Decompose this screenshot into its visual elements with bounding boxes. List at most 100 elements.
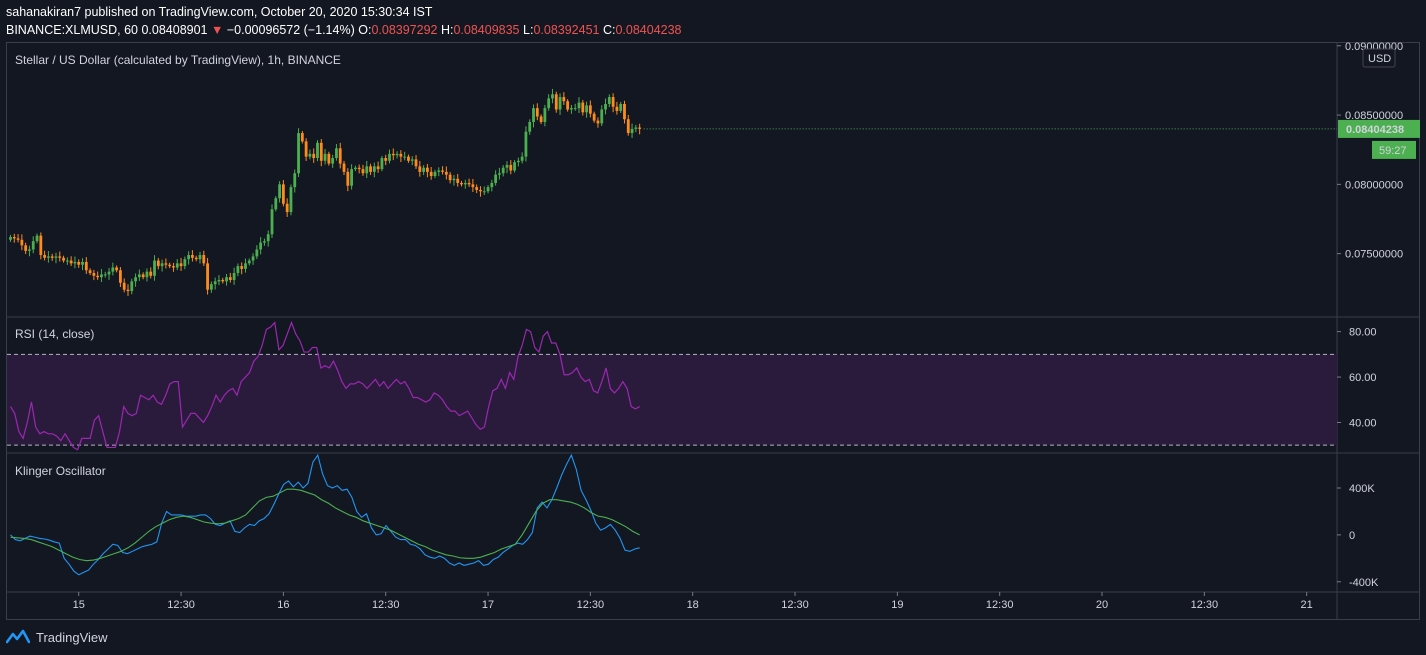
candle-body [202,255,206,264]
candle-body [164,263,168,265]
candle-body [346,171,350,186]
candle-body [183,259,187,267]
price-tick-label: 0.08000000 [1345,179,1403,191]
candle-body [47,256,50,258]
candle-body [221,279,225,282]
tradingview-logo-icon [6,629,30,644]
candle-body [353,167,357,170]
candle-body [240,266,244,269]
klinger-tick-label: 0 [1349,530,1355,542]
time-tick-label: 12:30 [1191,599,1219,611]
candle-body [342,163,346,172]
candle-body [308,153,312,157]
candle-body [456,178,460,183]
candle-body [543,108,547,122]
candle-body [297,133,300,174]
candle-body [84,261,88,271]
candle-body [573,108,577,110]
klinger-tick-label: -400K [1349,577,1379,589]
candle-body [460,182,463,185]
candle-body [96,275,100,278]
time-tick-label: 12:30 [986,599,1014,611]
candle-body [509,164,513,171]
candle-body [206,263,209,290]
candle-body [107,271,111,275]
candle-body [426,167,429,172]
time-tick-label: 19 [891,599,903,611]
time-tick-label: 18 [687,599,699,611]
candle-body [134,277,137,282]
candle-body [103,274,107,276]
price-badge-label: 0.08404238 [1346,124,1404,136]
candle-body [35,235,39,242]
rsi-band-fill [7,354,1337,446]
candle-body [323,153,327,161]
candle-body [516,160,520,163]
candle-body [122,282,126,290]
candle-body [187,255,191,260]
candle-body [448,174,452,181]
candle-body [270,209,274,235]
candle-body [604,103,607,110]
candle-body [274,198,278,210]
candle-body [175,263,179,268]
candle-body [395,153,399,156]
candle-body [520,156,524,161]
candle-body [486,187,490,192]
candle-body [137,274,141,278]
candle-body [278,184,281,199]
candle-body [626,119,630,134]
candle-body [213,281,217,285]
candle-body [62,257,65,261]
candle-body [505,164,509,168]
candle-body [479,189,482,192]
candle-body [312,153,316,159]
candle-body [236,266,240,274]
rsi-tick-label: 40.00 [1349,417,1377,429]
candle-body [331,158,335,164]
candle-body [384,158,388,161]
klinger-pane-title: Klinger Oscillator [15,464,106,478]
price-tick-label: 0.07500000 [1345,249,1403,261]
time-tick-label: 21 [1301,599,1313,611]
candle-body [452,178,456,181]
candle-body [81,261,84,265]
time-tick-label: 12:30 [372,599,400,611]
candle-body [247,260,251,264]
time-tick-label: 12:30 [577,599,605,611]
candle-body [141,274,145,278]
candle-body [100,274,103,278]
candle-body [198,255,202,260]
candle-body [319,142,323,161]
candle-body [69,260,73,264]
candle-body [535,108,539,117]
candle-body [623,103,626,120]
klinger-tick-label: 400K [1349,483,1375,495]
candle-body [156,260,160,267]
candle-body [429,171,433,177]
chart-canvas[interactable]: 0.090000000.085000000.080000000.07500000… [0,0,1426,655]
candle-body [615,106,619,111]
candle-body [327,153,331,164]
candle-body [532,108,535,122]
candle-body [388,153,391,161]
candle-body [422,167,426,172]
candle-body [28,249,31,251]
candle-body [596,120,600,124]
candle-body [376,166,380,170]
candle-body [43,255,47,258]
candle-body [244,263,247,269]
candle-body [217,279,221,282]
candle-body [16,238,20,240]
candle-body [12,237,16,239]
candle-body [437,170,441,172]
candle-body [638,127,642,129]
footer-brand: TradingView [6,627,108,647]
candle-body [304,141,308,157]
candle-body [539,116,543,122]
candle-body [259,242,263,250]
candle-body [194,257,198,260]
candle-body [600,109,604,124]
rsi-pane-title: RSI (14, close) [15,327,94,341]
rsi-tick-label: 60.00 [1349,372,1377,384]
